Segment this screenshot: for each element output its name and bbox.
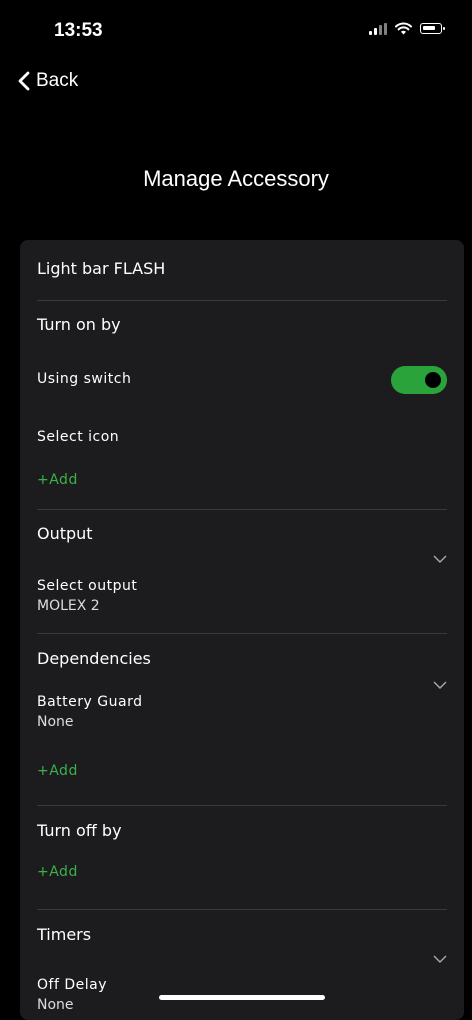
- add-icon-button[interactable]: +Add: [37, 472, 78, 488]
- using-switch-label: Using switch: [37, 371, 132, 387]
- battery-icon: [420, 23, 445, 34]
- add-dependency-button[interactable]: +Add: [37, 763, 78, 779]
- accessory-name: Light bar FLASH: [37, 259, 166, 278]
- status-bar: 13:53: [0, 0, 472, 64]
- add-turn-off-button[interactable]: +Add: [37, 864, 78, 880]
- home-indicator: [159, 995, 325, 1000]
- accessory-card: Light bar FLASH Turn on by Using switch …: [20, 240, 464, 1020]
- dependencies-heading: Dependencies: [37, 649, 151, 668]
- wifi-icon: [395, 22, 412, 35]
- battery-guard-label: Battery Guard: [37, 694, 143, 710]
- battery-guard-block: Battery Guard None: [37, 694, 142, 730]
- chevron-left-icon: [18, 71, 30, 91]
- turn-on-by-section: Turn on by Using switch Select icon +Add: [37, 301, 447, 510]
- off-delay-block: Off Delay None: [37, 977, 107, 1013]
- off-delay-value: None: [37, 997, 74, 1013]
- timers-section[interactable]: Timers Off Delay None: [37, 910, 447, 1020]
- output-section[interactable]: Output Select output MOLEX 2: [37, 510, 447, 634]
- turn-off-by-section: Turn off by +Add: [37, 806, 447, 910]
- accessory-name-section: Light bar FLASH: [37, 240, 447, 301]
- chevron-down-icon[interactable]: [433, 552, 447, 566]
- back-button[interactable]: Back: [18, 70, 78, 92]
- output-value: MOLEX 2: [37, 598, 100, 614]
- using-switch-toggle[interactable]: [391, 366, 447, 394]
- chevron-down-icon[interactable]: [433, 678, 447, 692]
- battery-guard-value: None: [37, 714, 74, 730]
- signal-icon: [369, 22, 387, 35]
- off-delay-label: Off Delay: [37, 977, 107, 993]
- status-time: 13:53: [54, 20, 103, 41]
- status-icons: [369, 22, 445, 35]
- select-icon-label: Select icon: [37, 429, 120, 445]
- select-output-label: Select output: [37, 578, 138, 594]
- select-output-block: Select output MOLEX 2: [37, 578, 137, 614]
- back-label: Back: [36, 70, 79, 91]
- chevron-down-icon[interactable]: [433, 952, 447, 966]
- page-title: Manage Accessory: [143, 166, 329, 191]
- turn-on-by-heading: Turn on by: [37, 315, 121, 334]
- dependencies-section[interactable]: Dependencies Battery Guard None +Add: [37, 634, 447, 806]
- output-heading: Output: [37, 524, 93, 543]
- timers-heading: Timers: [37, 925, 92, 944]
- turn-off-by-heading: Turn off by: [37, 821, 122, 840]
